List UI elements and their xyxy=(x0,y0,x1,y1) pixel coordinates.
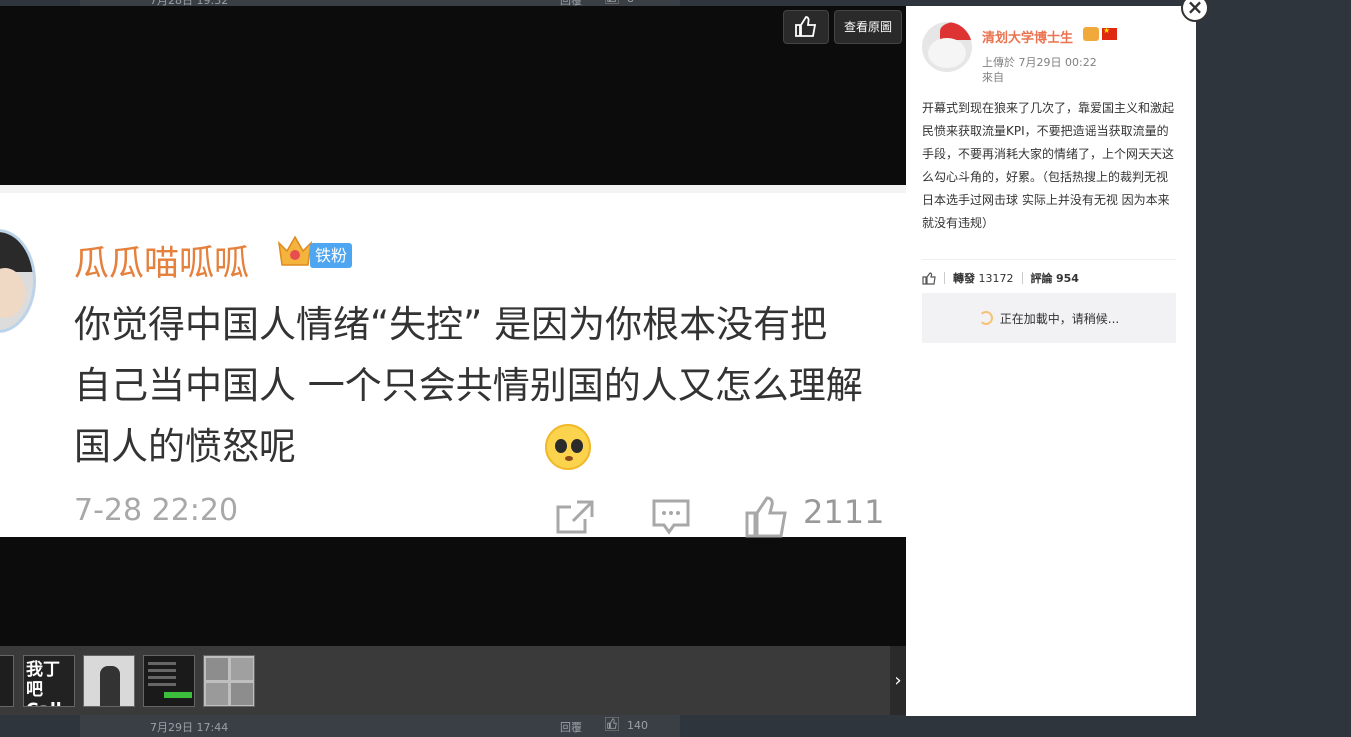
member-badge-icon xyxy=(1083,27,1099,41)
spinner-icon xyxy=(978,311,993,325)
repost-count: 13172 xyxy=(978,272,1014,285)
post-detail-panel: 清划大学博士生 上傳於 7月29日 00:22 來自 开幕式到现在狼来了几次了，… xyxy=(906,6,1196,716)
strip-like-count: 8 xyxy=(627,0,634,5)
post-source: 來自 xyxy=(982,71,1004,84)
panel-username[interactable]: 清划大学博士生 xyxy=(982,27,1073,46)
thumb-up-icon[interactable] xyxy=(922,271,936,285)
background-comment-strip: 7月29日 17:44 回覆 140 xyxy=(80,715,680,737)
thumbnail-item[interactable] xyxy=(83,655,135,707)
post-time: 7-28 22:20 xyxy=(74,493,239,528)
post-username: 瓜瓜喵呱呱 xyxy=(74,244,250,284)
view-original-button[interactable]: 查看原圖 xyxy=(834,10,902,44)
fan-badge: 铁粉 xyxy=(310,243,353,268)
strip-reply-link[interactable]: 回覆 xyxy=(560,719,582,735)
thumb-up-icon[interactable] xyxy=(605,717,619,731)
thumb-up-icon[interactable] xyxy=(605,0,619,4)
crown-icon xyxy=(277,235,313,266)
panel-actions: 轉發 13172 評論 954 xyxy=(922,270,1079,286)
like-button[interactable] xyxy=(783,10,829,44)
thumb-up-icon xyxy=(745,496,787,538)
china-flag-icon xyxy=(1102,26,1117,40)
loading-indicator: 正在加載中，请稍候... xyxy=(922,293,1176,343)
thumbnail-item[interactable] xyxy=(203,655,255,707)
comment-button[interactable]: 評論 954 xyxy=(1031,270,1079,286)
divider xyxy=(922,259,1176,260)
thumbnail-item[interactable] xyxy=(143,655,195,707)
post-text: 你觉得中国人情绪“失控” 是因为你根本没有把自己当中国人 一个只会共情别国的人又… xyxy=(74,303,863,468)
panel-post-text: 开幕式到现在狼来了几次了，靠爱国主义和激起民愤来获取流量KPI，不要把造谣当获取… xyxy=(922,101,1175,230)
image-viewer: 查看原圖 瓜瓜喵呱呱 铁粉 你觉得中国人情绪“失控” 是因为你根本没有把自己当中… xyxy=(0,6,906,646)
repost-button[interactable]: 轉發 13172 xyxy=(953,270,1014,286)
upload-time: 上傳於 7月29日 00:22 xyxy=(982,56,1097,69)
comment-label: 評論 xyxy=(1030,272,1053,285)
strip-like-count: 140 xyxy=(627,719,648,732)
thumbnail-item[interactable]: 我丁吧 Call m xyxy=(23,655,75,707)
next-arrow-icon[interactable]: › xyxy=(890,646,906,715)
post-like-count: 2111 xyxy=(803,493,885,531)
comment-icon xyxy=(652,499,690,535)
avatar xyxy=(0,229,36,333)
comment-count: 954 xyxy=(1056,272,1079,285)
post-screenshot-image: 瓜瓜喵呱呱 铁粉 你觉得中国人情绪“失控” 是因为你根本没有把自己当中国人 一个… xyxy=(0,185,906,538)
repost-label: 轉發 xyxy=(953,272,975,285)
close-button[interactable]: × xyxy=(1181,0,1209,22)
thumbnail-strip: 我丁吧 Call m › xyxy=(0,646,906,715)
avatar[interactable] xyxy=(922,22,972,72)
strip-time: 7月29日 17:44 xyxy=(150,721,229,734)
pleading-face-emoji-icon xyxy=(545,424,591,470)
share-icon xyxy=(556,500,594,534)
loading-text: 正在加載中，请稍候... xyxy=(999,311,1120,326)
thumbnail-item[interactable] xyxy=(0,655,14,707)
thumb-up-icon xyxy=(795,16,817,37)
